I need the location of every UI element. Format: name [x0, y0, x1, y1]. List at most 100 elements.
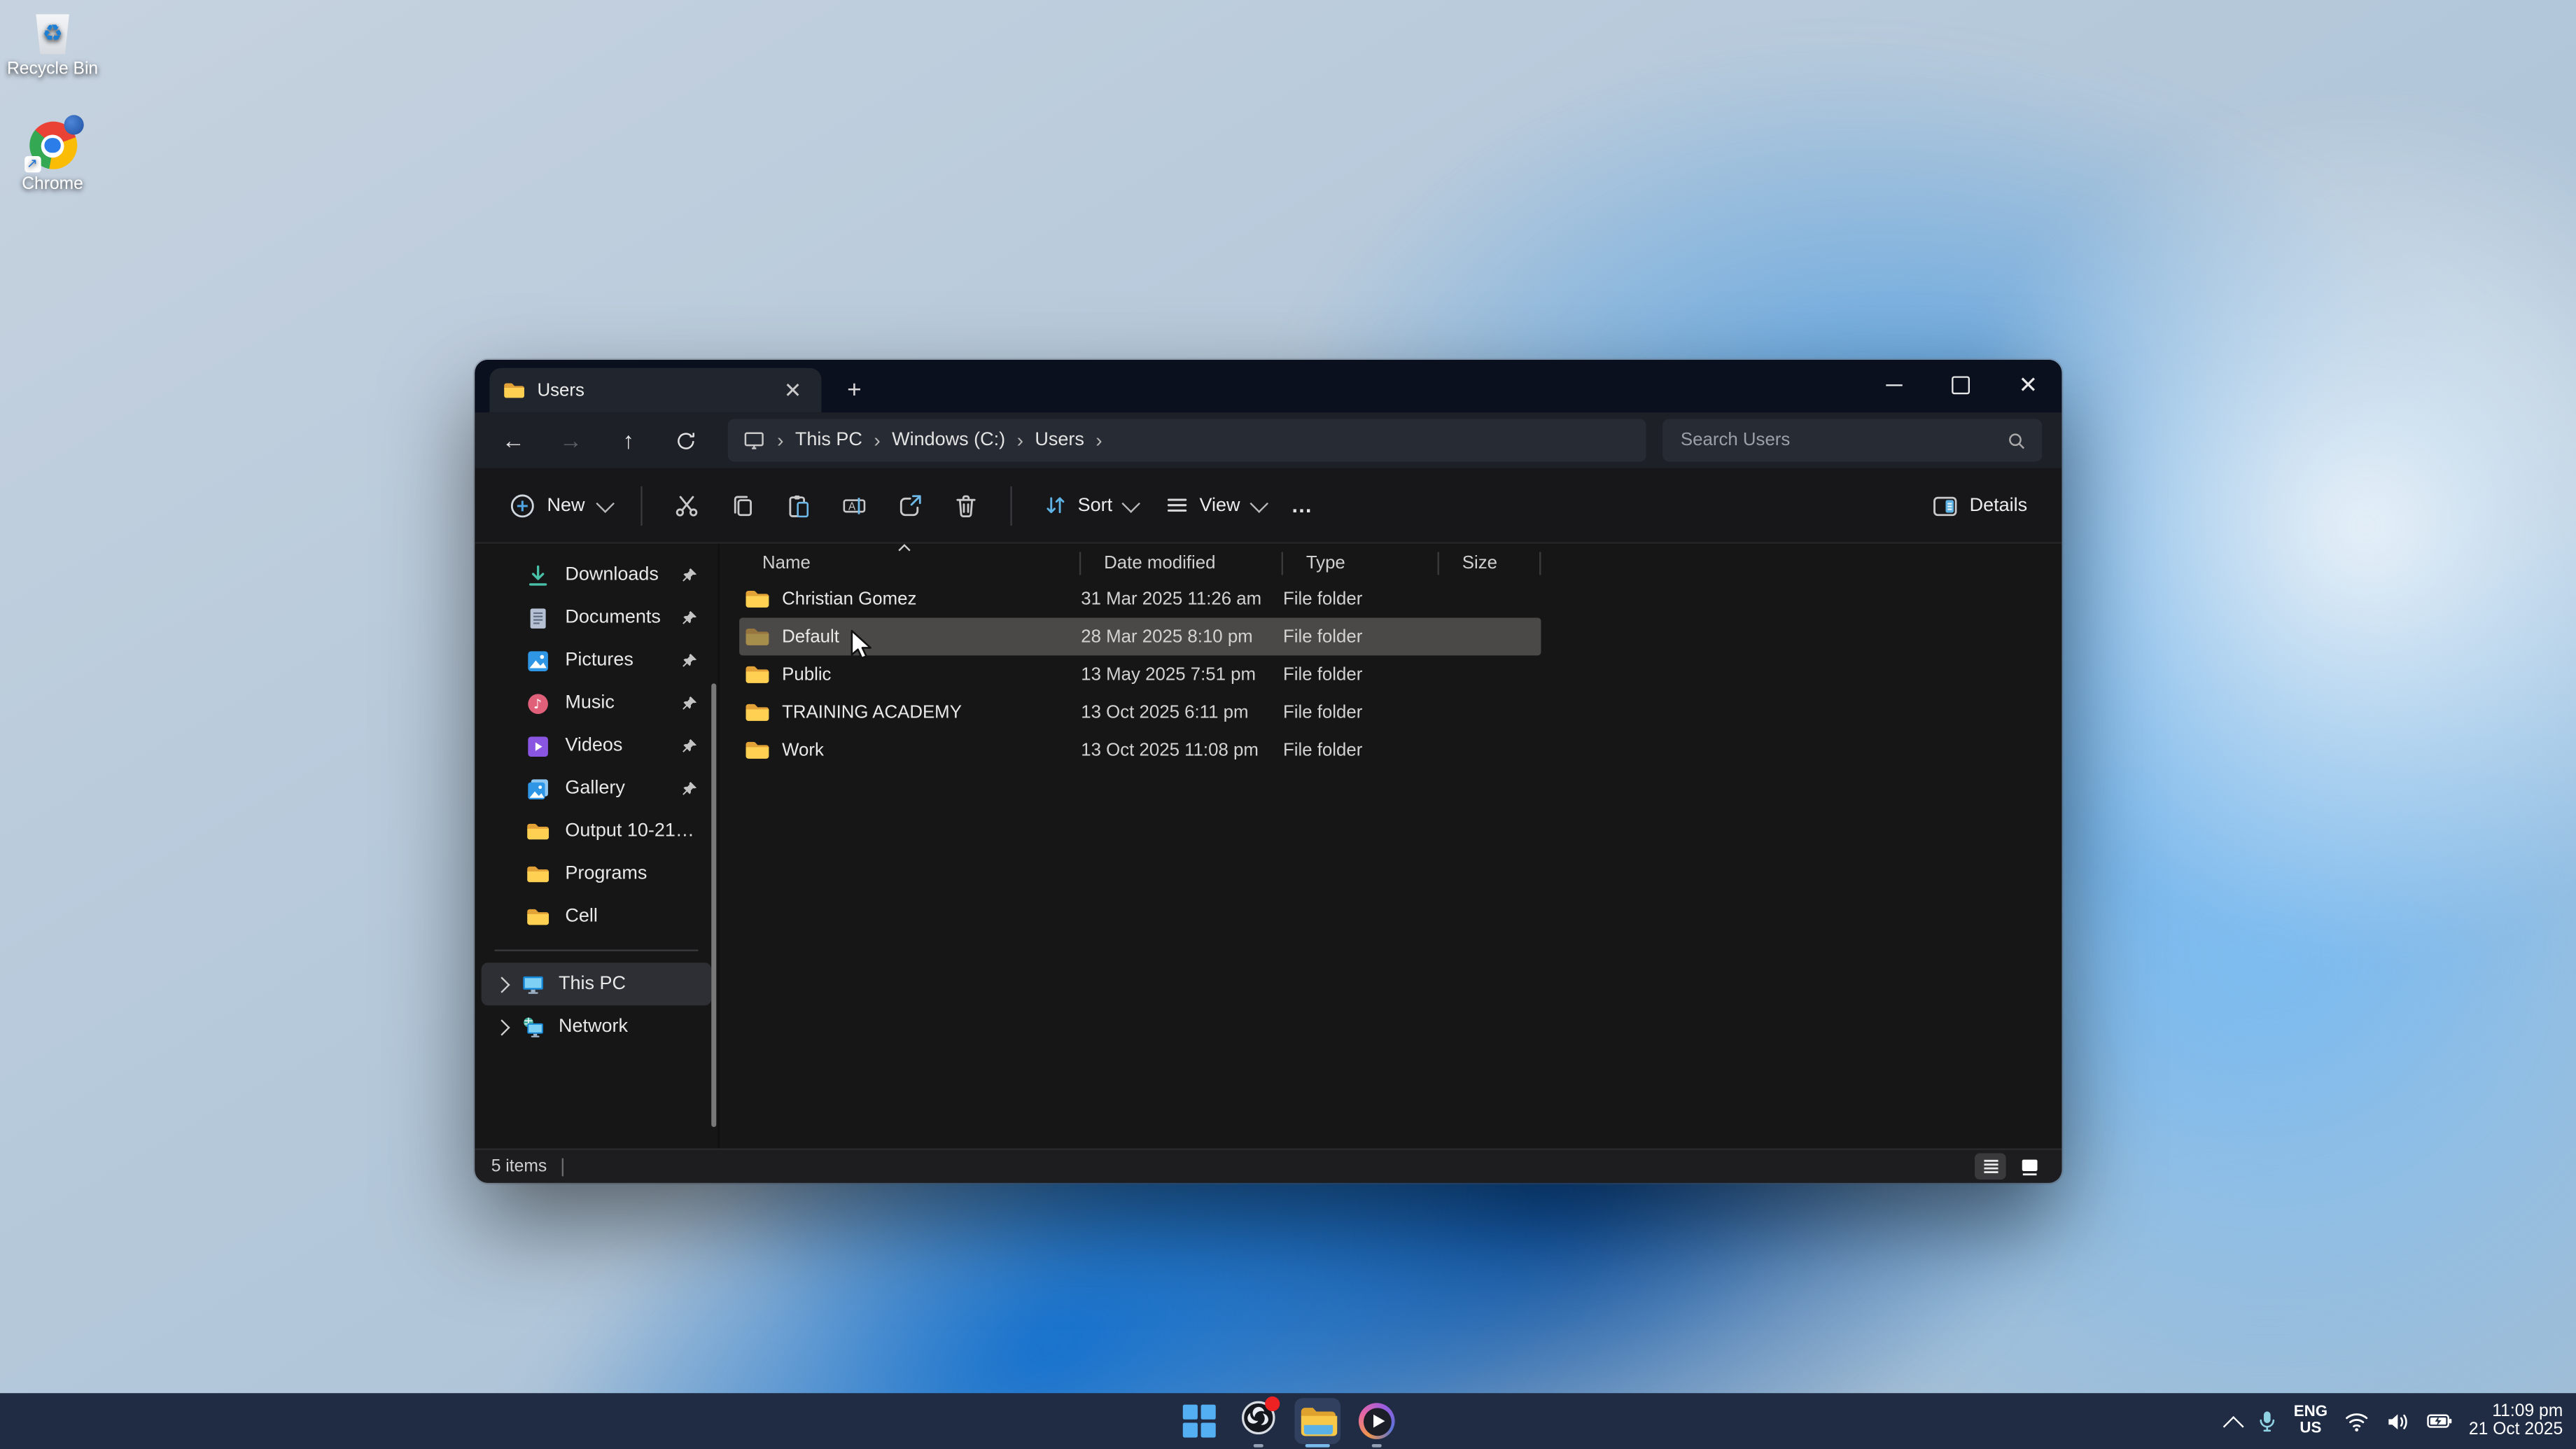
minimize-button[interactable] — [1860, 360, 1927, 409]
desktop[interactable]: ♻ Recycle Bin ↗ Chrome Users ✕ + — [0, 0, 2576, 1449]
sidebar-scrollbar[interactable] — [711, 683, 716, 1127]
new-label: New — [547, 496, 585, 515]
divider — [494, 950, 698, 951]
tray-overflow-chevron-icon[interactable] — [2223, 1415, 2244, 1436]
desktop-icon-chrome[interactable]: ↗ Chrome — [0, 122, 105, 194]
titlebar[interactable]: Users ✕ + ✕ — [475, 360, 2062, 412]
desktop-icon-recycle-bin[interactable]: ♻ Recycle Bin — [0, 10, 105, 79]
view-button[interactable]: View — [1150, 483, 1278, 527]
chrome-icon: ↗ — [29, 122, 76, 169]
file-explorer-window: Users ✕ + ✕ ← → ↑ — [475, 360, 2062, 1183]
tab-users[interactable]: Users ✕ — [489, 368, 821, 412]
new-tab-button[interactable]: + — [834, 370, 874, 409]
details-view-toggle[interactable] — [1975, 1154, 2006, 1180]
divider — [640, 486, 642, 525]
share-button[interactable] — [882, 479, 938, 531]
language-indicator[interactable]: ENG US — [2294, 1405, 2328, 1438]
breadcrumb-item-this-pc[interactable]: This PC — [795, 430, 862, 450]
details-view-icon — [1980, 1156, 2000, 1176]
refresh-button[interactable] — [657, 417, 715, 463]
volume-icon[interactable] — [2385, 1410, 2409, 1432]
sort-button[interactable]: Sort — [1028, 483, 1150, 527]
expand-chevron-icon[interactable] — [493, 1018, 510, 1035]
status-bar: 5 items — [475, 1149, 2062, 1183]
item-count: 5 items — [491, 1156, 547, 1176]
start-button[interactable] — [1176, 1398, 1222, 1444]
expand-chevron-icon[interactable] — [493, 976, 510, 992]
more-options-button[interactable]: … — [1278, 493, 1327, 517]
folder-icon — [744, 662, 771, 688]
column-header-size[interactable]: Size — [1439, 547, 1541, 580]
running-indicator — [1254, 1443, 1264, 1448]
details-pane-button[interactable]: Details — [1917, 482, 2043, 528]
running-indicator — [1372, 1443, 1382, 1448]
folder-icon — [526, 862, 550, 886]
sidebar-item-programs-folder[interactable]: Programs — [482, 853, 712, 895]
pin-icon — [680, 780, 699, 798]
column-header-date-modified[interactable]: Date modified — [1081, 547, 1283, 580]
copy-button[interactable] — [715, 479, 771, 531]
taskbar-app-file-explorer[interactable] — [1294, 1398, 1340, 1444]
wifi-icon[interactable] — [2344, 1410, 2369, 1432]
breadcrumb-chevron-icon: › — [874, 429, 880, 452]
music-icon: ♪ — [526, 691, 550, 715]
new-plus-icon — [510, 492, 536, 519]
file-row-work[interactable]: Work 13 Oct 2025 11:08 pm File folder — [739, 731, 1541, 769]
search-input[interactable] — [1677, 429, 2005, 452]
file-row-christian-gomez[interactable]: Christian Gomez 31 Mar 2025 11:26 am Fil… — [739, 580, 1541, 617]
close-button[interactable]: ✕ — [1994, 360, 2062, 409]
forward-button[interactable]: → — [542, 417, 599, 463]
column-header-type[interactable]: Type — [1283, 547, 1439, 580]
sidebar-item-downloads[interactable]: Downloads — [482, 554, 712, 596]
folder-icon — [744, 699, 771, 726]
breadcrumb[interactable]: › This PC › Windows (C:) › Users › — [728, 419, 1646, 461]
cut-button[interactable] — [659, 479, 715, 531]
folder-icon — [503, 379, 526, 402]
sidebar-item-cell-folder[interactable]: Cell — [482, 895, 712, 938]
globe-badge-icon — [63, 115, 83, 134]
file-row-training-academy[interactable]: TRAINING ACADEMY 13 Oct 2025 6:11 pm Fil… — [739, 693, 1541, 731]
file-row-public[interactable]: Public 13 May 2025 7:51 pm File folder — [739, 655, 1541, 693]
sidebar-item-network[interactable]: Network — [482, 1005, 712, 1048]
share-icon — [897, 492, 923, 519]
documents-icon — [526, 606, 550, 630]
sidebar-item-music[interactable]: ♪ Music — [482, 682, 712, 724]
chevron-down-icon — [1122, 493, 1141, 512]
large-icons-view-toggle[interactable] — [2014, 1154, 2045, 1180]
search-icon — [2006, 430, 2028, 451]
search-box[interactable] — [1662, 419, 2042, 461]
taskbar-app-media-player[interactable] — [1354, 1398, 1400, 1444]
battery-charging-icon[interactable] — [2426, 1411, 2453, 1431]
sidebar-item-videos[interactable]: Videos — [482, 724, 712, 767]
address-bar: ← → ↑ › This PC › Windows (C:) › — [475, 412, 2062, 468]
windows-logo-icon — [1183, 1405, 1215, 1437]
clock[interactable]: 11:09 pm 21 Oct 2025 — [2469, 1402, 2563, 1440]
back-button[interactable]: ← — [484, 417, 542, 463]
sidebar-item-this-pc[interactable]: This PC — [482, 962, 712, 1005]
column-header-name[interactable]: Name — [739, 547, 1081, 580]
breadcrumb-item-users[interactable]: Users — [1035, 430, 1084, 450]
microphone-icon[interactable] — [2258, 1410, 2277, 1433]
downloads-icon — [526, 563, 550, 587]
sidebar-item-gallery[interactable]: Gallery — [482, 767, 712, 810]
tab-close-icon[interactable]: ✕ — [777, 378, 808, 402]
sort-icon — [1043, 493, 1068, 517]
delete-button[interactable] — [938, 479, 994, 531]
sidebar-item-pictures[interactable]: Pictures — [482, 639, 712, 682]
details-pane-icon — [1932, 492, 1959, 519]
cut-icon — [673, 492, 700, 519]
tray-date: 21 Oct 2025 — [2469, 1421, 2563, 1440]
breadcrumb-item-windows-c[interactable]: Windows (C:) — [892, 430, 1005, 450]
up-button[interactable]: ↑ — [600, 417, 657, 463]
sidebar-item-output-folder[interactable]: Output 10-21-2025 — [482, 810, 712, 853]
rename-button[interactable]: A — [827, 479, 883, 531]
paste-button[interactable] — [771, 479, 827, 531]
file-row-default[interactable]: Default 28 Mar 2025 8:10 pm File folder — [739, 617, 1541, 655]
sidebar-item-documents[interactable]: Documents — [482, 596, 712, 639]
folder-icon — [744, 737, 771, 764]
taskbar-app-obs[interactable] — [1236, 1398, 1282, 1444]
new-button[interactable]: New — [494, 482, 624, 528]
maximize-button[interactable] — [1927, 360, 1994, 409]
details-label: Details — [1970, 496, 2028, 515]
shortcut-arrow-icon: ↗ — [24, 156, 40, 172]
